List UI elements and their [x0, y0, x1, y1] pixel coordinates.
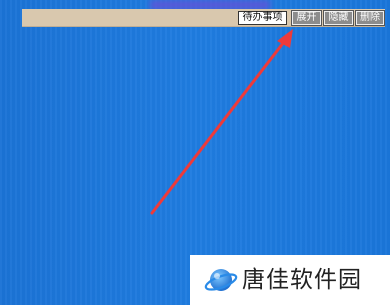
todo-button[interactable]: 待办事项 [238, 11, 287, 25]
watermark: 唐佳软件园 [190, 255, 390, 305]
hide-button[interactable]: 隐藏 [323, 10, 354, 26]
desktop: 待办事项 展开 隐藏 删除 唐佳软件园 [0, 0, 390, 305]
watermark-text: 唐佳软件园 [242, 267, 362, 293]
delete-button[interactable]: 删除 [355, 10, 385, 26]
floating-todo-toolbar: 待办事项 展开 隐藏 删除 [22, 9, 385, 27]
arrow-head-icon [277, 29, 293, 48]
arrow-shaft [150, 36, 289, 215]
expand-button[interactable]: 展开 [291, 10, 322, 26]
planet-logo-icon [204, 269, 238, 291]
